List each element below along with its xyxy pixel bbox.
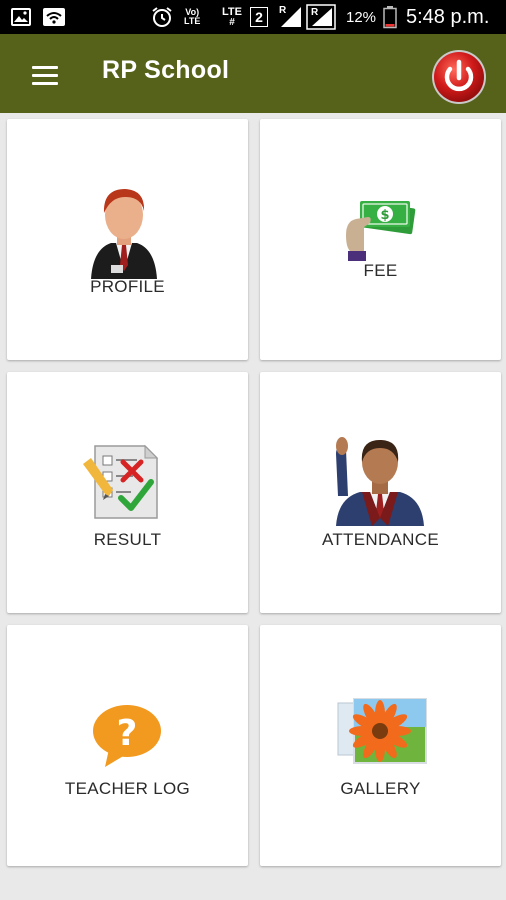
fee-icon: $: [346, 201, 416, 261]
teacher-log-icon-glyph: ?: [117, 713, 138, 754]
sim-number: 2: [250, 7, 268, 27]
roaming-label-1: R: [279, 5, 287, 16]
battery-percent-text: 12%: [346, 8, 377, 26]
clock-time: 5:48 p.m.: [406, 5, 490, 28]
attendance-icon: [336, 437, 424, 526]
tile-label-gallery: GALLERY: [340, 779, 421, 798]
tile-label-fee: FEE: [363, 261, 398, 280]
menu-icon-bar-bottom: [32, 82, 58, 85]
menu-icon-bar-middle: [32, 74, 58, 77]
tile-teacher-log[interactable]: ? TEACHER LOG: [7, 625, 248, 866]
teacher-log-icon: ?: [93, 705, 161, 767]
gallery-icon: [337, 698, 427, 764]
status-bar: Vo) LTE LTE # 2 R R 12% 5:48 p.m.: [0, 0, 506, 34]
tile-label-attendance: ATTENDANCE: [322, 530, 439, 549]
app-title: RP School: [102, 56, 230, 84]
tile-label-result: RESULT: [93, 530, 162, 549]
tile-attendance[interactable]: ATTENDANCE: [260, 372, 501, 613]
svg-text:$: $: [380, 208, 389, 223]
battery-icon: [383, 0, 397, 34]
image-notification-icon: [10, 0, 32, 34]
tile-fee[interactable]: $ FEE: [260, 119, 501, 360]
wifi-notification-icon: [42, 0, 66, 34]
menu-button[interactable]: [22, 60, 68, 90]
sim-indicator: 2: [250, 0, 268, 34]
power-button[interactable]: [430, 48, 488, 106]
profile-icon: [91, 189, 157, 279]
power-icon: [432, 50, 486, 104]
tile-profile[interactable]: PROFILE: [7, 119, 248, 360]
clock: 5:48 p.m.: [406, 0, 489, 34]
roaming-label-2: R: [311, 7, 319, 18]
volte-lte-label: LTE: [184, 16, 201, 26]
tile-result[interactable]: RESULT: [7, 372, 248, 613]
app-bar: RP School: [0, 34, 506, 113]
tile-label-teacher-log: TEACHER LOG: [64, 779, 191, 798]
lte-label: LTE: [222, 5, 242, 18]
battery-percent: 12%: [346, 0, 376, 34]
volte-indicator: Vo) LTE: [184, 0, 200, 34]
signal-icon-2: R: [306, 0, 336, 34]
menu-icon-bar-top: [32, 66, 58, 69]
result-icon: [83, 444, 159, 519]
tile-gallery[interactable]: GALLERY: [260, 625, 501, 866]
tile-label-profile: PROFILE: [90, 277, 165, 296]
signal-icon: R: [278, 0, 304, 34]
lte-sub-label: #: [229, 16, 235, 28]
lte-indicator: LTE #: [222, 0, 242, 34]
alarm-icon: [150, 0, 174, 34]
